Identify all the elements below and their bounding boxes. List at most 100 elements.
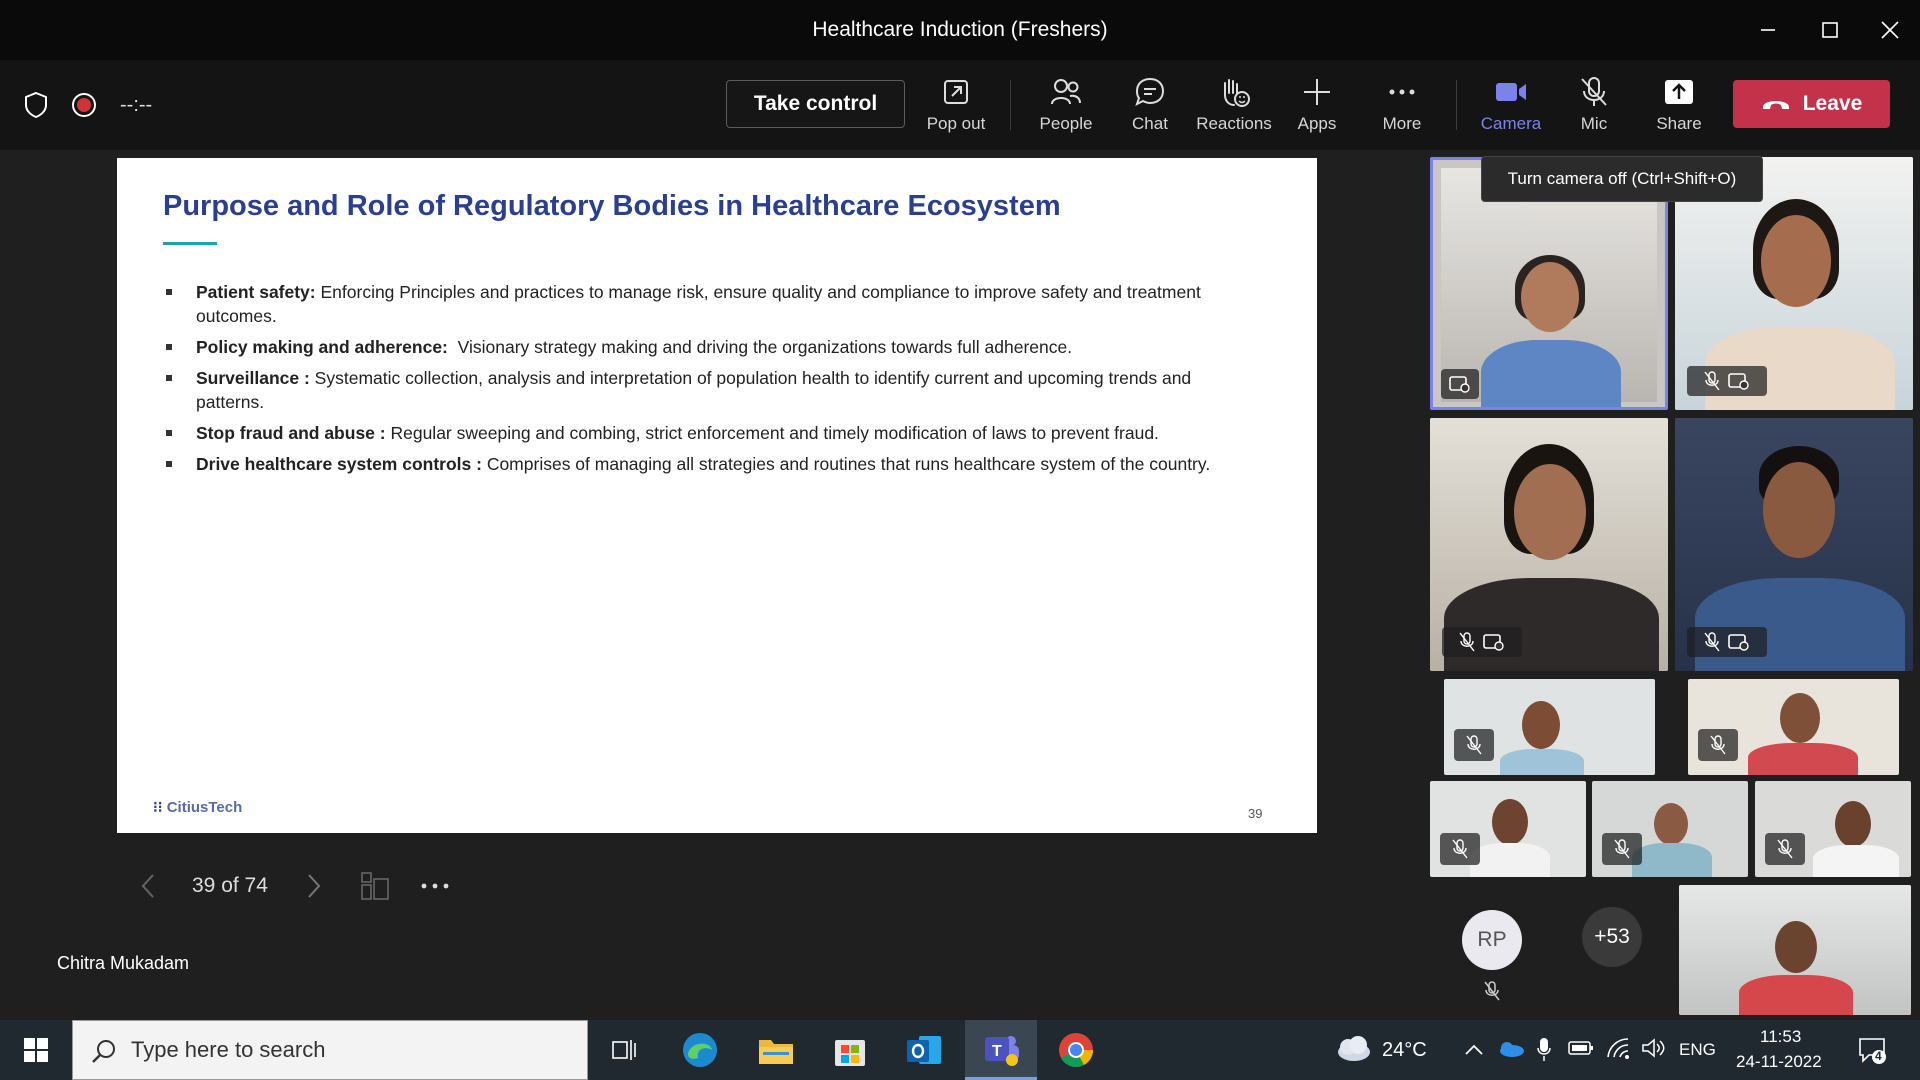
chrome-app[interactable] bbox=[1040, 1020, 1112, 1080]
tile-controls[interactable] bbox=[1698, 729, 1738, 761]
share-screen-icon bbox=[1663, 74, 1695, 110]
teams-icon: T bbox=[985, 1035, 1019, 1066]
video-feed bbox=[1514, 464, 1586, 560]
plus-icon bbox=[1302, 74, 1332, 110]
chat-button[interactable]: Chat bbox=[1116, 74, 1184, 140]
mic-off-icon bbox=[1483, 980, 1501, 1007]
camera-button[interactable]: Camera bbox=[1475, 74, 1547, 140]
self-view-tile[interactable] bbox=[1679, 885, 1911, 1015]
mic-off-icon bbox=[1466, 735, 1482, 755]
company-logo-text: CitiusTech bbox=[166, 799, 243, 816]
overflow-count: +53 bbox=[1594, 925, 1630, 948]
wifi-icon[interactable] bbox=[1606, 1037, 1632, 1064]
close-window-button[interactable] bbox=[1870, 12, 1910, 48]
microphone-icon[interactable] bbox=[1537, 1036, 1551, 1067]
slide-title: Purpose and Role of Regulatory Bodies in… bbox=[163, 190, 1061, 222]
task-view-button[interactable] bbox=[588, 1020, 660, 1080]
more-options-icon bbox=[421, 883, 449, 889]
slide-more-button[interactable] bbox=[420, 876, 450, 901]
take-control-button[interactable]: Take control bbox=[726, 80, 905, 128]
video-feed bbox=[1500, 749, 1584, 775]
notification-count: 4 bbox=[1875, 1049, 1882, 1063]
video-feed bbox=[1654, 803, 1688, 845]
more-participants-button[interactable]: +53 bbox=[1582, 907, 1642, 967]
edge-app[interactable] bbox=[664, 1020, 736, 1080]
outlook-app[interactable] bbox=[888, 1020, 960, 1080]
video-feed bbox=[1481, 340, 1621, 407]
chat-icon bbox=[1134, 74, 1166, 110]
next-slide-button[interactable] bbox=[306, 872, 322, 905]
camera-tooltip: Turn camera off (Ctrl+Shift+O) bbox=[1481, 156, 1763, 202]
video-feed bbox=[1780, 693, 1820, 743]
pop-out-label: Pop out bbox=[926, 114, 986, 133]
share-button[interactable]: Share bbox=[1645, 74, 1713, 140]
people-button[interactable]: People bbox=[1030, 74, 1102, 140]
recording-icon bbox=[71, 92, 97, 123]
bullet-text: Comprises of managing all strategies and… bbox=[481, 454, 1211, 474]
presenter-name: Chitra Mukadam bbox=[57, 953, 190, 973]
volume-icon[interactable] bbox=[1641, 1037, 1667, 1064]
mic-off-icon bbox=[1579, 74, 1609, 110]
video-tile[interactable] bbox=[1755, 781, 1911, 877]
video-feed bbox=[1521, 262, 1579, 332]
tile-controls[interactable] bbox=[1454, 729, 1494, 761]
clock-date[interactable]: 24-11-2022 bbox=[1736, 1052, 1822, 1072]
video-tile[interactable] bbox=[1592, 781, 1748, 877]
reactions-button[interactable]: Reactions bbox=[1190, 74, 1278, 140]
chrome-icon bbox=[1059, 1033, 1093, 1067]
teams-app[interactable]: T bbox=[965, 1020, 1037, 1080]
file-explorer-app[interactable] bbox=[740, 1020, 812, 1080]
maximize-button[interactable] bbox=[1810, 12, 1850, 48]
input-language[interactable]: ENG bbox=[1679, 1040, 1716, 1060]
tile-controls[interactable] bbox=[1442, 627, 1522, 657]
clock-time[interactable]: 11:53 bbox=[1760, 1027, 1801, 1047]
pop-out-button[interactable]: Pop out bbox=[920, 74, 992, 140]
bullet-item: Patient safety: Enforcing Principles and… bbox=[163, 280, 1243, 328]
shield-icon[interactable] bbox=[23, 91, 49, 124]
tile-controls[interactable] bbox=[1441, 369, 1479, 399]
bullet-item: Drive healthcare system controls : Compr… bbox=[163, 452, 1243, 476]
onedrive-icon[interactable] bbox=[1497, 1040, 1525, 1063]
taskbar-search-box[interactable]: Type here to search bbox=[72, 1020, 588, 1080]
avatar-initials: RP bbox=[1477, 928, 1507, 951]
tile-controls[interactable] bbox=[1687, 366, 1767, 396]
slide-grid-button[interactable] bbox=[360, 871, 390, 906]
battery-icon[interactable] bbox=[1568, 1040, 1594, 1061]
search-icon bbox=[92, 1040, 115, 1063]
leave-label: Leave bbox=[1802, 92, 1863, 115]
tile-controls[interactable] bbox=[1765, 833, 1805, 865]
video-feed bbox=[1444, 578, 1659, 671]
tile-controls[interactable] bbox=[1687, 627, 1767, 657]
bullet-marker bbox=[166, 289, 172, 295]
avatar[interactable]: RP bbox=[1462, 910, 1522, 970]
video-feed bbox=[1813, 845, 1899, 877]
video-tile[interactable] bbox=[1675, 418, 1913, 671]
tile-controls[interactable] bbox=[1440, 833, 1480, 865]
apps-button[interactable]: Apps bbox=[1283, 74, 1351, 140]
title-underline bbox=[163, 242, 217, 245]
bullet-marker bbox=[166, 344, 172, 350]
tile-controls[interactable] bbox=[1602, 833, 1642, 865]
mic-button[interactable]: Mic bbox=[1560, 74, 1628, 140]
chevron-up-icon[interactable] bbox=[1464, 1042, 1484, 1061]
video-feed bbox=[1775, 921, 1817, 973]
outlook-icon bbox=[907, 1036, 941, 1064]
more-button[interactable]: More bbox=[1368, 74, 1436, 140]
video-tile[interactable] bbox=[1444, 679, 1655, 775]
video-settings-icon bbox=[1483, 634, 1504, 651]
store-app[interactable] bbox=[814, 1020, 886, 1080]
video-tile[interactable] bbox=[1430, 418, 1668, 671]
video-feed bbox=[1632, 843, 1712, 877]
video-settings-icon bbox=[1728, 634, 1749, 651]
leave-button[interactable]: Leave bbox=[1733, 80, 1890, 128]
minimize-button[interactable] bbox=[1748, 12, 1788, 48]
notifications-button[interactable]: 4 bbox=[1857, 1035, 1887, 1070]
bullet-item: Surveillance : Systematic collection, an… bbox=[163, 366, 1243, 414]
video-tile[interactable] bbox=[1430, 781, 1586, 877]
previous-slide-button[interactable] bbox=[140, 872, 156, 905]
video-tile[interactable] bbox=[1688, 679, 1899, 775]
mic-label: Mic bbox=[1580, 114, 1608, 133]
bullet-item: Stop fraud and abuse : Regular sweeping … bbox=[163, 421, 1243, 445]
start-button[interactable] bbox=[0, 1020, 72, 1080]
weather-icon[interactable] bbox=[1334, 1036, 1372, 1067]
